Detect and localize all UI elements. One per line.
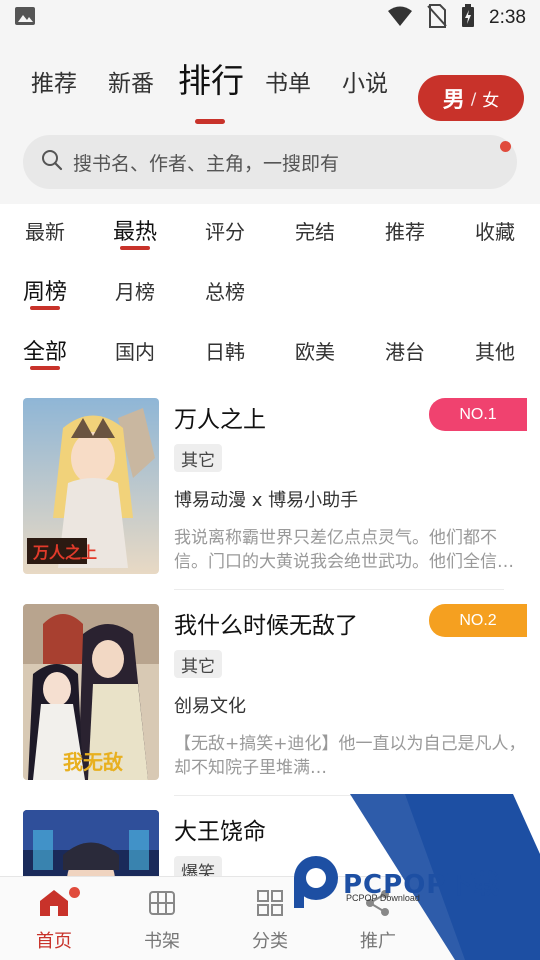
gender-separator: /: [470, 88, 477, 108]
book-tag: 爆笑: [174, 856, 222, 876]
sort-latest[interactable]: 最新: [25, 216, 65, 245]
wifi-icon: [387, 5, 413, 31]
tab-novel[interactable]: 小说: [342, 64, 388, 98]
book-title[interactable]: 万人之上: [174, 400, 266, 434]
tab-ranking[interactable]: 排行: [178, 54, 244, 102]
book-tag: 其它: [174, 444, 222, 472]
gallery-notification-icon: [14, 5, 36, 31]
nav-promote-label: 推广: [360, 931, 396, 952]
home-notification-dot: [69, 887, 80, 898]
tab-recommend[interactable]: 推荐: [31, 64, 77, 98]
no-sim-icon: [427, 4, 447, 32]
header: 推荐 新番 排行 书单 小说 男 / 女 搜书名、作者、主角，一搜即有: [0, 36, 540, 204]
period-filter-row: 周榜 月榜 总榜: [0, 273, 540, 317]
home-icon: [39, 889, 69, 921]
search-icon: [41, 149, 63, 175]
book-cover[interactable]: 万人之上: [23, 398, 159, 574]
book-author: 博易动漫 x 博易小助手: [174, 490, 359, 511]
sort-recommended[interactable]: 推荐: [385, 216, 425, 245]
gender-male: 男: [442, 88, 465, 113]
top-tabs: 推荐 新番 排行 书单 小说 男 / 女: [0, 54, 540, 124]
region-domestic[interactable]: 国内: [115, 336, 155, 365]
period-all-time[interactable]: 总榜: [205, 276, 245, 305]
book-tag: 其它: [174, 650, 222, 678]
period-weekly-indicator: [30, 306, 60, 310]
tab-booklist[interactable]: 书单: [265, 64, 311, 98]
tab-new[interactable]: 新番: [108, 64, 154, 98]
nav-category-label: 分类: [252, 931, 288, 952]
sort-hottest[interactable]: 最热: [113, 214, 157, 246]
period-monthly[interactable]: 月榜: [115, 276, 155, 305]
book-item[interactable]: 万人之上 万人之上 NO.1 其它 博易动漫 x 博易小助手 我说离称霸世界只差…: [23, 398, 527, 574]
book-description: 我说离称霸世界只差亿点点灵气。他们都不信。门口的大黄说我会绝世武功。他们全信…: [174, 528, 514, 572]
book-cover[interactable]: 我无敌: [23, 604, 159, 780]
region-hk-tw[interactable]: 港台: [385, 336, 425, 365]
svg-text:万人之上: 万人之上: [32, 543, 97, 562]
search-input[interactable]: 搜书名、作者、主角，一搜即有: [23, 135, 517, 189]
book-author: 创易文化: [174, 696, 246, 717]
list-divider: [174, 795, 504, 796]
sort-favorites[interactable]: 收藏: [475, 216, 515, 245]
gender-female: 女: [482, 90, 500, 111]
battery-charging-icon: [461, 4, 475, 32]
pcpop-logo-icon: [294, 856, 338, 908]
region-all[interactable]: 全部: [23, 334, 67, 366]
period-weekly[interactable]: 周榜: [23, 274, 67, 306]
list-divider: [174, 589, 504, 590]
tab-ranking-indicator: [195, 119, 225, 124]
sort-filter-row: 最新 最热 评分 完结 推荐 收藏: [0, 213, 540, 257]
sort-rating[interactable]: 评分: [205, 216, 245, 245]
search-notification-dot: [500, 141, 511, 152]
book-title[interactable]: 我什么时候无敌了: [174, 606, 358, 640]
region-west[interactable]: 欧美: [295, 336, 335, 365]
region-filter-row: 全部 国内 日韩 欧美 港台 其他: [0, 333, 540, 377]
sort-completed[interactable]: 完结: [295, 216, 335, 245]
search-placeholder: 搜书名、作者、主角，一搜即有: [73, 152, 340, 175]
region-other[interactable]: 其他: [475, 336, 515, 365]
book-description: 【无敌+搞笑+迪化】他一直以为自己是凡人，却不知院子里堆满…: [174, 734, 526, 778]
watermark-subtext: PCPOP Download: [346, 893, 420, 903]
svg-text:我无敌: 我无敌: [63, 750, 123, 774]
nav-bookshelf-label: 书架: [144, 931, 180, 952]
category-icon: [255, 889, 285, 921]
bookshelf-icon: [147, 889, 177, 921]
book-item[interactable]: 我无敌 我什么时候无敌了 NO.2 其它 创易文化 【无敌+搞笑+迪化】他一直以…: [23, 604, 527, 780]
gender-toggle[interactable]: 男 / 女: [418, 75, 524, 121]
book-title[interactable]: 大王饶命: [174, 812, 266, 846]
region-japan-korea[interactable]: 日韩: [205, 336, 245, 365]
nav-home[interactable]: 首页: [14, 887, 94, 953]
book-cover[interactable]: [23, 810, 159, 876]
sort-hottest-indicator: [120, 246, 150, 250]
nav-home-label: 首页: [36, 931, 72, 952]
nav-bookshelf[interactable]: 书架: [122, 889, 202, 953]
region-all-indicator: [30, 366, 60, 370]
status-bar: 2:38: [0, 0, 540, 36]
rank-badge: NO.2: [429, 604, 527, 637]
status-time: 2:38: [489, 7, 526, 28]
rank-badge: NO.1: [429, 398, 527, 431]
